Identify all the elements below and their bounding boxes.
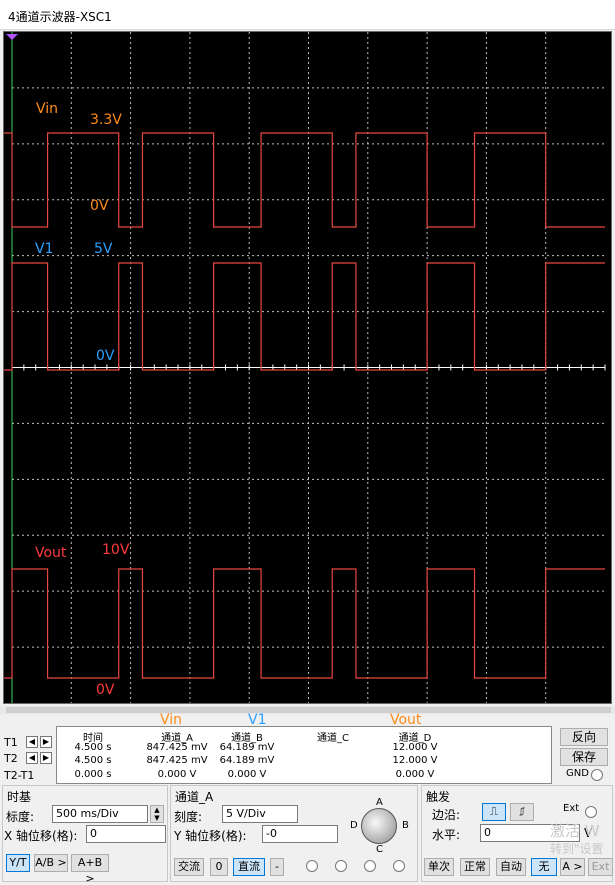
- trigger-edge-label: 边沿:: [432, 808, 461, 822]
- label-v1-high: 5V: [94, 241, 113, 257]
- watermark-line1: 激活 W: [550, 822, 600, 840]
- channel-ypos-input[interactable]: -0: [262, 825, 338, 843]
- gnd-label: GND: [566, 768, 589, 779]
- horizontal-scrollbar[interactable]: [0, 706, 615, 714]
- trigger-ext-label: Ext: [563, 803, 580, 814]
- cursor-t1-marker-icon[interactable]: [6, 34, 18, 40]
- trigger-ext-button[interactable]: Ext: [588, 858, 613, 876]
- timebase-xpos-label: X 轴位移(格):: [4, 829, 78, 843]
- window-title: 4通道示波器-XSC1: [8, 10, 112, 24]
- channel-radio-4[interactable]: [393, 860, 405, 872]
- channel-radio-1[interactable]: [306, 860, 318, 872]
- coupling-ac-button[interactable]: 交流: [174, 858, 204, 876]
- cell-diff-time: 0.000 s: [74, 769, 112, 780]
- cursor-readout: T1 T2 T2-T1 ◀ ▶ ◀ ▶ 时间 通道_A 通道_B 通道_C 通道…: [0, 712, 615, 784]
- label-v1: V1: [35, 241, 53, 257]
- timebase-scale-label: 标度:: [6, 810, 35, 824]
- window-titlebar[interactable]: 4通道示波器-XSC1: [0, 0, 615, 30]
- trace-v1: [4, 262, 605, 371]
- channel-radio-2[interactable]: [335, 860, 347, 872]
- channel-scale-label: 刻度:: [174, 810, 203, 824]
- scope-display[interactable]: Vin 3.3V 0V V1 5V 0V Vout 10V 0V: [4, 32, 611, 703]
- t2-left-arrow-icon[interactable]: ◀: [26, 752, 38, 764]
- t2-right-arrow-icon[interactable]: ▶: [40, 752, 52, 764]
- mode-ab-button[interactable]: A/B >: [34, 854, 68, 872]
- label-vin-low: 0V: [90, 198, 109, 214]
- header-channel-c: 通道_C: [317, 733, 349, 744]
- trigger-single-button[interactable]: 单次: [424, 858, 454, 876]
- coupling-zero-button[interactable]: 0: [210, 858, 228, 876]
- cell-diff-a: 0.000 V: [157, 769, 197, 780]
- channel-selector-knob-icon[interactable]: [361, 808, 397, 844]
- trigger-normal-button[interactable]: 正常: [460, 858, 490, 876]
- trace-vout: [4, 568, 605, 679]
- timebase-title: 时基: [7, 790, 32, 804]
- trigger-a-button[interactable]: A >: [560, 858, 585, 876]
- gnd-radio[interactable]: [591, 769, 603, 781]
- save-button[interactable]: 保存: [560, 748, 608, 766]
- knob-label-c: C: [376, 844, 383, 855]
- cell-t1-a: 847.425 mV: [146, 742, 208, 753]
- trigger-none-button[interactable]: 无: [531, 858, 557, 876]
- trigger-title: 触发: [426, 790, 451, 804]
- watermark-line2: 转到"设置: [550, 842, 604, 856]
- channel-radio-3[interactable]: [364, 860, 376, 872]
- mode-aplusb-button[interactable]: A+B >: [71, 854, 109, 885]
- row-label-t1: T1: [4, 736, 18, 749]
- trigger-level-label: 水平:: [432, 828, 461, 842]
- t1-right-arrow-icon[interactable]: ▶: [40, 736, 52, 748]
- cell-t1-time: 4.500 s: [74, 742, 112, 753]
- mode-yt-button[interactable]: Y/T: [6, 854, 30, 872]
- coupling-minus-button[interactable]: -: [270, 858, 284, 876]
- cell-t2-d: 12.000 V: [392, 755, 438, 766]
- label-vout: Vout: [35, 545, 67, 561]
- cell-t2-b: 64.189 mV: [219, 755, 275, 766]
- channel-title: 通道_A: [175, 790, 214, 804]
- channel-ypos-label: Y 轴位移(格):: [174, 829, 247, 843]
- overlay-vout: Vout: [390, 712, 422, 728]
- timebase-xpos-input[interactable]: 0: [86, 825, 166, 843]
- scope-traces: [4, 132, 605, 679]
- label-vout-low: 0V: [96, 682, 115, 698]
- edge-rising-icon[interactable]: ⎍: [482, 803, 506, 821]
- cell-t2-time: 4.500 s: [74, 755, 112, 766]
- cell-diff-b: 0.000 V: [227, 769, 267, 780]
- trigger-ext-radio[interactable]: [585, 806, 597, 818]
- cell-t1-d: 12.000 V: [392, 742, 438, 753]
- readout-table: 时间 通道_A 通道_B 通道_C 通道_D 4.500 s 847.425 m…: [56, 726, 552, 784]
- trigger-auto-button[interactable]: 自动: [496, 858, 526, 876]
- row-label-t2-t1: T2-T1: [4, 769, 35, 782]
- label-v1-low: 0V: [96, 348, 115, 364]
- knob-label-a: A: [376, 797, 383, 808]
- row-label-t2: T2: [4, 752, 18, 765]
- reverse-button[interactable]: 反向: [560, 728, 608, 746]
- label-vout-high: 10V: [102, 542, 130, 558]
- coupling-dc-button[interactable]: 直流: [233, 858, 265, 876]
- label-vin-high: 3.3V: [90, 112, 122, 128]
- label-vin: Vin: [36, 101, 58, 117]
- timebase-scale-input[interactable]: 500 ms/Div: [52, 805, 148, 823]
- channel-scale-input[interactable]: 5 V/Div: [222, 805, 298, 823]
- timebase-stepper[interactable]: ▲ ▼: [150, 805, 164, 823]
- overlay-v1: V1: [248, 712, 267, 728]
- scrollbar-thumb[interactable]: [6, 707, 611, 713]
- cell-t2-a: 847.425 mV: [146, 755, 208, 766]
- oscilloscope-screen[interactable]: Vin 3.3V 0V V1 5V 0V Vout 10V 0V: [3, 31, 612, 704]
- knob-label-d: D: [350, 820, 358, 831]
- t1-left-arrow-icon[interactable]: ◀: [26, 736, 38, 748]
- cell-t1-b: 64.189 mV: [219, 742, 275, 753]
- edge-falling-icon[interactable]: ⎎: [510, 803, 534, 821]
- knob-label-b: B: [402, 820, 409, 831]
- cell-diff-d: 0.000 V: [395, 769, 435, 780]
- overlay-vin: Vin: [160, 712, 183, 728]
